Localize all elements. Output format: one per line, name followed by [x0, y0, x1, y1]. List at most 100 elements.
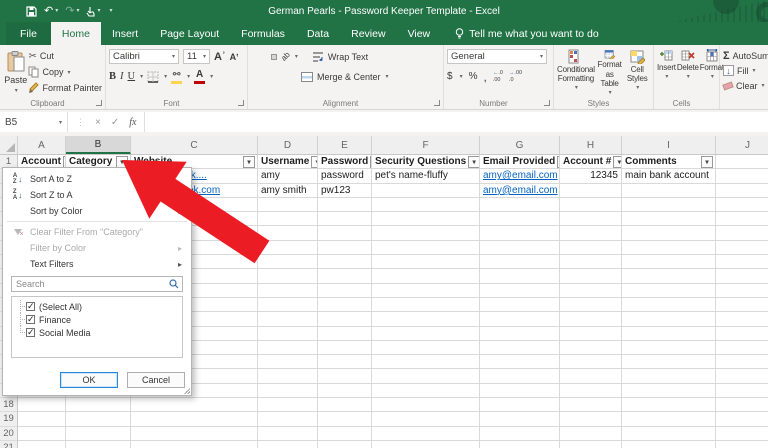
customize-qat-icon[interactable]: ▾: [107, 8, 112, 14]
cell-H8[interactable]: [560, 255, 622, 270]
menu-item-sort-by-color[interactable]: Sort by Color ▸: [3, 203, 191, 219]
cell-H13[interactable]: [560, 326, 622, 341]
cell-D16[interactable]: [258, 369, 318, 384]
cell-J12[interactable]: [716, 312, 768, 327]
bold-button[interactable]: B: [109, 71, 116, 82]
decrease-indent-button[interactable]: [281, 74, 287, 80]
tab-data[interactable]: Data: [296, 22, 340, 45]
cell-F17[interactable]: [372, 383, 480, 399]
name-box-caret-icon[interactable]: ▾: [59, 119, 62, 126]
cell-F18[interactable]: [372, 398, 480, 413]
checkbox-social-media[interactable]: [26, 327, 35, 338]
filter-search-box[interactable]: [11, 276, 183, 292]
column-header-B[interactable]: B: [66, 136, 131, 154]
formula-input[interactable]: [145, 112, 768, 132]
number-dialog-launcher[interactable]: [544, 100, 550, 106]
tab-page-layout[interactable]: Page Layout: [149, 22, 230, 45]
column-header-D[interactable]: D: [258, 136, 318, 154]
cell-H16[interactable]: [560, 369, 622, 384]
cell-F6[interactable]: [372, 226, 480, 241]
cell-F11[interactable]: [372, 297, 480, 313]
cell-G18[interactable]: [480, 398, 560, 413]
cell-D2[interactable]: amy: [258, 169, 318, 184]
increase-decimal-button[interactable]: ←.0.00: [493, 70, 503, 82]
cell-G19[interactable]: [480, 412, 560, 427]
cell-D19[interactable]: [258, 412, 318, 427]
cell-F8[interactable]: [372, 255, 480, 270]
cell-D10[interactable]: [258, 283, 318, 298]
cell-H4[interactable]: [560, 197, 622, 213]
cell-F7[interactable]: [372, 240, 480, 256]
cell-E1[interactable]: Password▾: [318, 155, 372, 170]
cell-H19[interactable]: [560, 412, 622, 427]
tab-view[interactable]: View: [397, 22, 442, 45]
cell-J19[interactable]: [716, 412, 768, 427]
cell-F3[interactable]: [372, 183, 480, 198]
underline-button[interactable]: U: [128, 71, 136, 82]
cell-E10[interactable]: [318, 283, 372, 298]
cell-E15[interactable]: [318, 355, 372, 370]
dropdown-resize-grip[interactable]: [184, 388, 190, 394]
cell-G15[interactable]: [480, 355, 560, 370]
cell-G7[interactable]: [480, 240, 560, 256]
column-header-C[interactable]: C: [131, 136, 258, 154]
format-as-table-button[interactable]: Format as Table ▾: [597, 48, 623, 96]
cell-G1[interactable]: Email Provided▾: [480, 155, 560, 170]
filter-button-security-questions[interactable]: ▾: [468, 155, 479, 168]
cell-J9[interactable]: [716, 269, 768, 284]
cell-E18[interactable]: [318, 398, 372, 413]
tab-review[interactable]: Review: [340, 22, 396, 45]
column-header-G[interactable]: G: [480, 136, 560, 154]
column-header-F[interactable]: F: [372, 136, 480, 154]
font-dialog-launcher[interactable]: [238, 100, 244, 106]
cell-B20[interactable]: [66, 426, 131, 441]
tab-home[interactable]: Home: [50, 22, 101, 45]
copy-button[interactable]: Copy ▾: [28, 65, 102, 80]
undo-button[interactable]: ↶ ▾: [44, 5, 58, 17]
cell-G9[interactable]: [480, 269, 560, 284]
cell-J17[interactable]: [716, 384, 768, 399]
font-color-button[interactable]: A: [194, 69, 206, 84]
cell-I16[interactable]: [622, 369, 716, 384]
autosum-button[interactable]: Σ AutoSum: [723, 48, 768, 63]
cell-H11[interactable]: [560, 297, 622, 313]
cell-J15[interactable]: [716, 355, 768, 370]
cell-F15[interactable]: [372, 355, 480, 370]
bottom-align-button[interactable]: [271, 53, 277, 60]
cell-I14[interactable]: [622, 340, 716, 356]
filter-search-input[interactable]: [12, 279, 169, 289]
accounting-caret-icon[interactable]: ▾: [460, 73, 463, 80]
cancel-button[interactable]: Cancel: [127, 372, 185, 388]
cell-H9[interactable]: [560, 269, 622, 284]
cell-J10[interactable]: [716, 284, 768, 298]
cell-D11[interactable]: [258, 297, 318, 313]
redo-button[interactable]: ↷ ▾: [65, 5, 79, 17]
touch-mouse-mode-icon[interactable]: ▾: [86, 6, 100, 17]
cell-H2[interactable]: 12345: [560, 169, 622, 184]
cell-F5[interactable]: [372, 212, 480, 227]
wrap-text-button[interactable]: Wrap Text: [328, 52, 368, 62]
copy-caret-icon[interactable]: ▾: [67, 69, 70, 76]
cell-D9[interactable]: [258, 269, 318, 284]
cancel-entry-icon[interactable]: ×: [95, 117, 101, 128]
cell-F19[interactable]: [372, 412, 480, 427]
cell-A19[interactable]: [18, 412, 66, 427]
cell-F10[interactable]: [372, 283, 480, 298]
cell-E17[interactable]: [318, 383, 372, 399]
cell-F21[interactable]: [372, 440, 480, 448]
cell-J1[interactable]: [716, 155, 768, 170]
orientation-caret-icon[interactable]: ▾: [295, 53, 298, 60]
percent-style-button[interactable]: %: [469, 71, 478, 82]
cell-H7[interactable]: [560, 240, 622, 256]
cell-I13[interactable]: [622, 326, 716, 341]
cell-E6[interactable]: [318, 226, 372, 241]
cell-D15[interactable]: [258, 355, 318, 370]
cell-I10[interactable]: [622, 283, 716, 298]
cell-J20[interactable]: [716, 427, 768, 441]
cell-G21[interactable]: [480, 440, 560, 448]
cell-E2[interactable]: password: [318, 169, 372, 184]
filter-button-website[interactable]: ▾: [243, 155, 255, 168]
menu-item-text-filters[interactable]: Text Filters ▸: [3, 256, 191, 272]
cell-B19[interactable]: [66, 412, 131, 427]
insert-function-button[interactable]: fx: [129, 117, 136, 128]
